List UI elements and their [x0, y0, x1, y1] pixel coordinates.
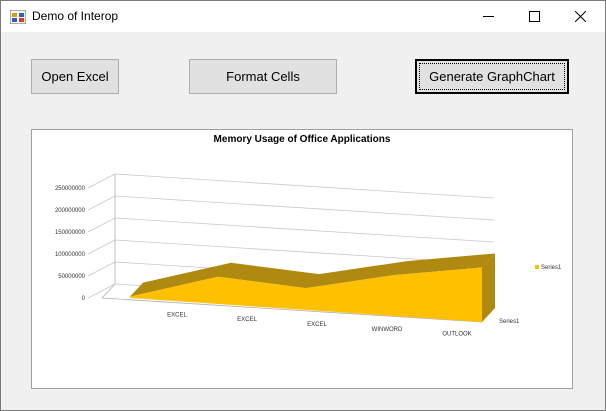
legend-swatch — [535, 265, 539, 269]
y-tick-label: 0 — [82, 296, 86, 302]
x-tick-label: EXCEL — [307, 322, 327, 328]
chart-panel: Memory Usage of Office Applications 0 500… — [31, 129, 573, 389]
gridline-side — [87, 283, 116, 299]
gridline — [114, 217, 495, 243]
gridline — [114, 173, 495, 199]
minimize-button[interactable] — [465, 1, 511, 32]
close-button[interactable] — [557, 1, 603, 32]
gridline-side — [87, 261, 116, 277]
y-tick-label: 200000000 — [55, 208, 86, 214]
y-tick-label: 50000000 — [58, 274, 85, 280]
x-tick-label: WINWORD — [372, 327, 403, 333]
gridline-side — [87, 173, 116, 189]
app-icon — [10, 10, 26, 24]
window-title: Demo of Interop — [32, 9, 119, 23]
legend-label: Series1 — [541, 265, 562, 271]
y-tick-label: 100000000 — [55, 252, 86, 258]
generate-graph-chart-button[interactable]: Generate GraphChart — [415, 59, 569, 94]
gridline-side — [87, 195, 116, 211]
y-tick-label: 250000000 — [55, 186, 86, 192]
x-tick-label: OUTLOOK — [442, 332, 471, 338]
x-tick-label: EXCEL — [167, 312, 187, 318]
x-tick-label: EXCEL — [237, 317, 257, 323]
focus-rectangle — [419, 63, 565, 90]
maximize-icon — [528, 11, 540, 22]
gridline-side — [87, 239, 116, 255]
open-excel-button[interactable]: Open Excel — [31, 59, 119, 94]
app-window: Demo of Interop Open Excel Format Cells … — [0, 0, 606, 411]
maximize-button[interactable] — [511, 1, 557, 32]
memory-usage-chart: 0 50000000 100000000 150000000 200000000 2500… — [55, 173, 562, 338]
y-tick-label: 150000000 — [55, 230, 86, 236]
gridline-side — [87, 217, 116, 233]
gridline — [114, 195, 495, 221]
depth-axis-label: Series1 — [499, 319, 520, 325]
minimize-icon — [482, 16, 494, 17]
title-bar: Demo of Interop — [1, 1, 605, 32]
floor-left-edge — [101, 283, 116, 299]
format-cells-button[interactable]: Format Cells — [189, 59, 337, 94]
close-icon — [574, 11, 586, 22]
